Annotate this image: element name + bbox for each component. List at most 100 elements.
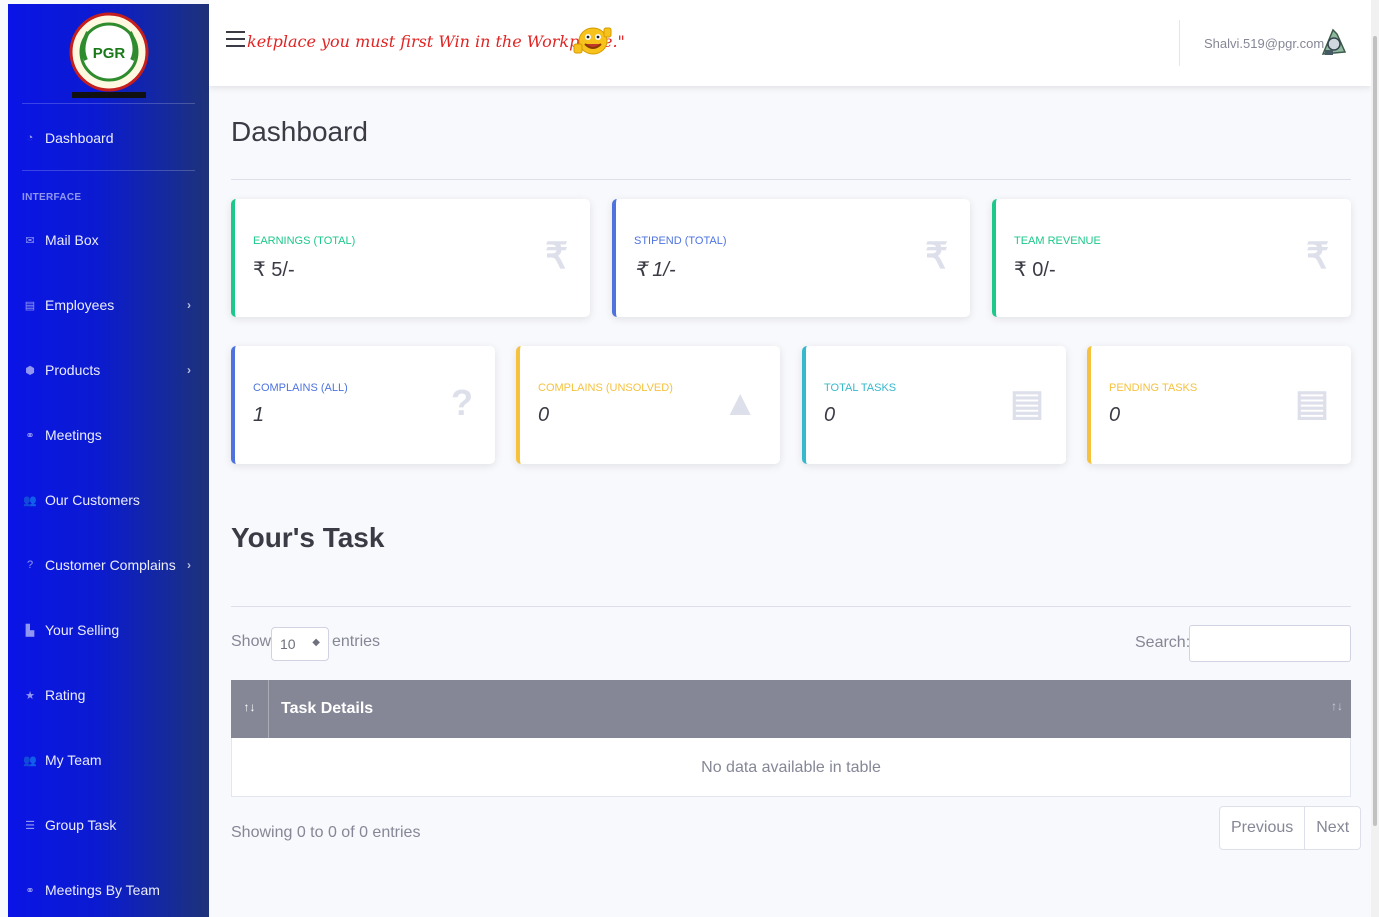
main-content: Dashboard EARNINGS (TOTAL) ₹ 5/- ₹ STIPE…	[209, 86, 1371, 917]
card-value: 0	[1109, 404, 1121, 426]
card-label: STIPEND (TOTAL)	[634, 235, 727, 247]
stipend-card: STIPEND (TOTAL) ₹ 1/- ₹	[612, 199, 970, 317]
sidebar-item-label: Group Task	[45, 817, 117, 833]
card-label: TOTAL TASKS	[824, 382, 897, 394]
sidebar-item-label: Mail Box	[45, 232, 99, 248]
sidebar-item-label: Customer Complains	[45, 557, 176, 573]
page-title: Dashboard	[231, 116, 368, 147]
sidebar-item-meetings[interactable]: ⚭ Meetings	[8, 415, 209, 455]
topbar: ketplace you must first Win in the Workp…	[209, 0, 1371, 86]
card-value: 1	[253, 404, 265, 426]
sidebar-item-label: Rating	[45, 687, 86, 703]
sidebar-item-group-task[interactable]: ☰ Group Task	[8, 805, 209, 845]
sidebar-item-customer-complains[interactable]: ? Customer Complains ›	[8, 545, 209, 585]
topbar-divider	[1179, 20, 1180, 66]
chevron-right-icon: ›	[187, 298, 191, 312]
sidebar-item-employees[interactable]: ▤ Employees ›	[8, 285, 209, 325]
clipboard-list-icon: ▤	[1294, 382, 1329, 423]
earnings-card: EARNINGS (TOTAL) ₹ 5/- ₹	[231, 199, 590, 317]
card-label: EARNINGS (TOTAL)	[253, 235, 356, 247]
show-label: Show	[231, 633, 272, 650]
thumbs-up-smiley-icon	[573, 27, 612, 55]
chart-area-icon: ▙	[25, 624, 35, 637]
envelope-icon: ✉	[25, 234, 35, 247]
card-label: TEAM REVENUE	[1014, 235, 1101, 247]
table-header: ↑↓ Task Details ↑↓	[231, 680, 1351, 738]
star-icon: ★	[25, 689, 35, 702]
brand-logo-area[interactable]: PGR	[22, 4, 195, 104]
sidebar-item-label: Meetings By Team	[45, 882, 160, 898]
sidebar-item-products[interactable]: ⬢ Products ›	[8, 350, 209, 390]
next-button[interactable]: Next	[1304, 807, 1360, 849]
meeting-icon: ⚭	[25, 429, 35, 442]
select-caret-icon: ◆	[312, 637, 320, 648]
sort-icon[interactable]: ↑↓	[1331, 699, 1343, 713]
rupee-icon: ₹	[545, 235, 568, 276]
warning-icon: ▲	[722, 382, 758, 423]
sidebar-item-dashboard[interactable]: ◔ Dashboard	[8, 118, 209, 158]
sort-column-header[interactable]: ↑↓	[231, 680, 269, 738]
users-icon: 👥	[23, 494, 37, 507]
card-value: 0	[538, 404, 550, 426]
chevron-right-icon: ›	[187, 558, 191, 572]
sidebar-divider	[22, 170, 195, 171]
card-label: COMPLAINS (ALL)	[253, 382, 348, 394]
sidebar-item-label: Your Selling	[45, 622, 120, 638]
tasks-section-title: Your's Task	[231, 522, 385, 553]
column-header-task-details[interactable]: Task Details	[281, 700, 373, 718]
page-length-select[interactable]: 10 ◆	[271, 627, 329, 661]
pgr-logo-icon: PGR	[69, 12, 148, 98]
card-label: PENDING TASKS	[1109, 382, 1198, 394]
meeting-icon: ⚭	[25, 884, 35, 897]
question-icon: ?	[451, 382, 473, 423]
rupee-icon: ₹	[1306, 235, 1329, 276]
sidebar-item-label: My Team	[45, 752, 102, 768]
card-value: ₹ 5/-	[253, 259, 295, 281]
sidebar-heading: INTERFACE	[22, 192, 82, 203]
search-label: Search:	[1135, 634, 1191, 651]
previous-button[interactable]: Previous	[1220, 807, 1304, 849]
sidebar-item-label: Our Customers	[45, 492, 140, 508]
tachometer-icon: ◔	[26, 132, 34, 144]
sidebar-item-mail-box[interactable]: ✉ Mail Box	[8, 220, 209, 260]
card-value: 0	[824, 404, 836, 426]
total-tasks-card: TOTAL TASKS 0 ▤	[802, 346, 1066, 464]
hamburger-menu-icon[interactable]	[226, 31, 245, 47]
search-input[interactable]	[1189, 625, 1351, 662]
complains-unsolved-card: COMPLAINS (UNSOLVED) 0 ▲	[516, 346, 780, 464]
title-divider	[231, 179, 1351, 180]
pagination: Previous Next	[1219, 806, 1362, 850]
clipboard-list-icon: ▤	[1009, 382, 1044, 423]
box-icon: ⬢	[25, 364, 35, 377]
sidebar-item-label: Products	[45, 362, 101, 378]
scrollbar-thumb[interactable]	[1373, 36, 1377, 826]
entries-label: entries	[332, 633, 381, 650]
sidebar-item-label: Dashboard	[45, 130, 114, 146]
sidebar-item-label: Meetings	[45, 427, 102, 443]
card-value: ₹ 0/-	[1014, 259, 1056, 281]
question-icon: ?	[26, 559, 34, 571]
sidebar: PGR ◔ Dashboard INTERFACE ✉ Mail Box ▤ E…	[8, 4, 209, 917]
pending-tasks-card: PENDING TASKS 0 ▤	[1087, 346, 1351, 464]
marquee-quote: ketplace you must first Win in the Workp…	[247, 32, 625, 51]
rupee-icon: ₹	[925, 235, 948, 276]
sidebar-item-label: Employees	[45, 297, 115, 313]
page-length-value: 10	[280, 636, 296, 652]
section-divider	[231, 606, 1351, 607]
page-scrollbar[interactable]	[1371, 0, 1379, 917]
empty-table-row: No data available in table	[231, 738, 1351, 797]
complains-all-card: COMPLAINS (ALL) 1 ?	[231, 346, 495, 464]
sidebar-item-your-selling[interactable]: ▙ Your Selling	[8, 610, 209, 650]
sidebar-item-rating[interactable]: ★ Rating	[8, 675, 209, 715]
sidebar-item-my-team[interactable]: 👥 My Team	[8, 740, 209, 780]
user-email[interactable]: Shalvi.519@pgr.com	[1204, 36, 1324, 51]
logo-text: PGR	[92, 45, 125, 62]
list-icon: ☰	[25, 819, 35, 832]
chevron-right-icon: ›	[187, 363, 191, 377]
user-avatar-icon[interactable]	[1319, 24, 1349, 60]
card-label: COMPLAINS (UNSOLVED)	[538, 382, 673, 394]
sidebar-item-our-customers[interactable]: 👥 Our Customers	[8, 480, 209, 520]
sidebar-item-meetings-by-team[interactable]: ⚭ Meetings By Team	[8, 870, 209, 910]
id-card-icon: ▤	[24, 299, 36, 312]
users-icon: 👥	[23, 754, 37, 767]
